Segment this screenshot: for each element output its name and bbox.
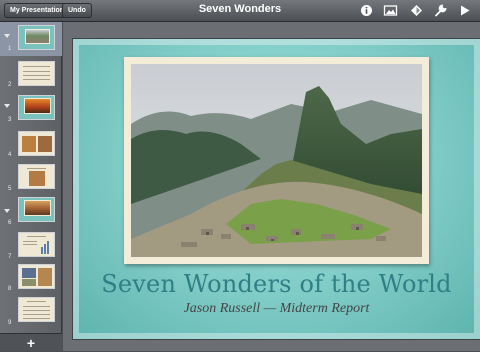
slide-number: 5 [8,186,12,192]
machu-picchu-photo [131,64,422,257]
slide-number: 7 [8,254,12,260]
slide-thumbnail-9[interactable]: 9 [0,295,62,329]
slide-number: 3 [8,117,12,123]
play-icon[interactable] [457,3,472,18]
slide-thumbnail-1[interactable]: 1 [0,22,62,56]
slide-preview [18,164,55,189]
slide-thumbnail-6[interactable]: 6 [0,195,62,229]
mountain-landscape-image [131,64,422,257]
slide-number: 8 [8,286,12,292]
slide-subtitle[interactable]: Jason Russell — Midterm Report [73,301,480,317]
slide-thumbnail-5[interactable]: 5 [0,162,62,196]
slide-preview [18,197,55,222]
slide-thumbnail-3[interactable]: 3 [0,93,62,127]
slide-number: 2 [8,82,12,88]
slide-preview [18,95,55,120]
slide-thumbnail-2[interactable]: 2 [0,58,62,92]
undo-button[interactable]: Undo [62,3,92,18]
info-icon[interactable] [359,3,374,18]
add-slide-button[interactable]: + [0,333,62,351]
group-disclosure-icon[interactable] [4,34,10,38]
toolbar: My Presentations Undo Seven Wonders [0,0,480,22]
slide-title[interactable]: Seven Wonders of the World [73,270,480,298]
slide-thumbnail-7[interactable]: 7 [0,230,62,264]
slide-thumbnail-8[interactable]: 8 [0,262,62,296]
slide-photo-frame[interactable] [124,57,429,264]
group-disclosure-icon[interactable] [4,104,10,108]
slide-number: 9 [8,320,12,326]
slide-number: 6 [8,220,12,226]
document-title: Seven Wonders [198,3,282,15]
slide-preview [18,61,55,86]
slide-preview [18,25,55,50]
wrench-icon[interactable] [433,3,448,18]
slide-preview [18,264,55,289]
animation-icon[interactable] [409,3,424,18]
group-disclosure-icon[interactable] [4,209,10,213]
slide-preview [18,232,55,257]
slide-navigator: 1 2 3 4 5 6 7 8 9 + [0,22,62,351]
slide-number: 4 [8,152,12,158]
slide-preview [18,131,55,156]
slide-thumbnail-4[interactable]: 4 [0,128,62,162]
slide-preview [18,297,55,322]
current-slide[interactable]: Seven Wonders of the World Jason Russell… [73,39,480,339]
media-icon[interactable] [383,3,398,18]
slide-number: 1 [8,46,12,52]
